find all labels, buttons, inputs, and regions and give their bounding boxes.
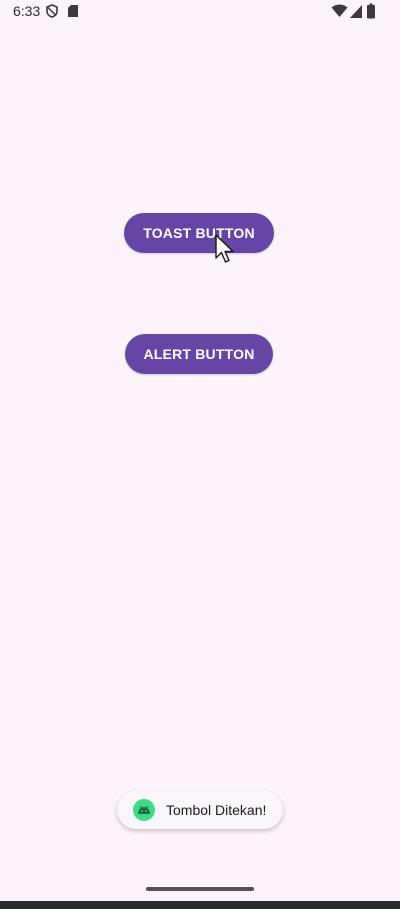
toast-message: Tombol Ditekan!	[117, 791, 283, 829]
mouse-cursor-icon	[215, 234, 234, 263]
battery-icon	[367, 3, 375, 19]
cell-signal-icon	[350, 5, 362, 18]
status-time: 6:33	[13, 3, 41, 19]
toast-button[interactable]: TOAST BUTTON	[124, 213, 274, 253]
app-screen: 6:33 TOAST BUTTON ALERT BUTTON Tombol Di…	[0, 0, 400, 909]
sd-card-icon	[68, 5, 78, 17]
bottom-bar	[0, 901, 400, 909]
alert-button[interactable]: ALERT BUTTON	[125, 334, 273, 374]
gesture-nav-handle[interactable]	[146, 887, 254, 891]
toast-text: Tombol Ditekan!	[166, 802, 267, 818]
status-bar: 6:33	[0, 0, 400, 24]
android-icon	[133, 799, 155, 821]
wifi-icon	[331, 4, 348, 17]
shield-icon	[46, 4, 58, 18]
